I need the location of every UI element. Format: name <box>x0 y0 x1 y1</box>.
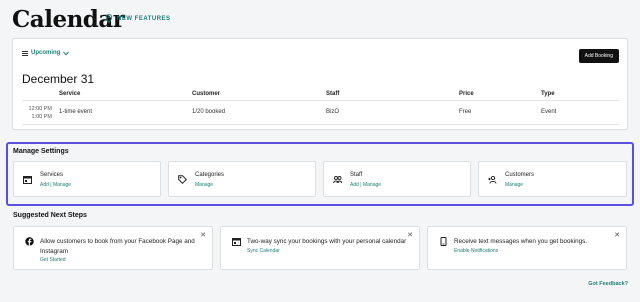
list-icon <box>22 50 28 56</box>
tile-staff-links[interactable]: Add | Manage <box>350 182 381 188</box>
new-features-label: NEW FEATURES <box>117 15 171 22</box>
tile-services[interactable]: Services Add | Manage <box>13 161 161 197</box>
tile-categories-label: Categories <box>195 172 225 178</box>
add-booking-button[interactable]: Add Booking <box>578 49 619 63</box>
row-type: Event <box>541 109 557 115</box>
row-price: Free <box>459 109 472 115</box>
upcoming-label: Upcoming <box>31 50 61 56</box>
tile-services-links[interactable]: Add | Manage <box>40 182 71 188</box>
feedback-link[interactable]: Got Feedback? <box>588 281 628 287</box>
table-row[interactable]: 12:00 PM 1:00 PM 1-time event 1/20 booke… <box>13 101 627 123</box>
close-icon[interactable]: ✕ <box>200 231 206 239</box>
calendar-icon <box>232 238 241 246</box>
step-card-notifications[interactable]: Receive text messages when you get booki… <box>427 226 627 270</box>
tile-staff[interactable]: Staff Add | Manage <box>323 161 471 197</box>
event-start-time: 12:00 PM <box>28 106 52 112</box>
event-end-time: 1:00 PM <box>31 114 52 120</box>
next-steps-title: Suggested Next Steps <box>13 212 87 219</box>
step-text: Two-way sync your bookings with your per… <box>247 238 407 245</box>
close-icon[interactable]: ✕ <box>407 231 413 239</box>
row-service: 1-time event <box>59 109 93 115</box>
row-customer: 1/20 booked <box>192 109 226 115</box>
add-person-icon <box>488 175 497 184</box>
close-icon[interactable]: ✕ <box>614 231 620 239</box>
upcoming-filter[interactable]: Upcoming <box>22 50 70 56</box>
sync-calendar-link[interactable]: Sync Calendar <box>247 248 280 254</box>
table-divider <box>22 124 619 125</box>
column-header-price: Price <box>459 91 474 97</box>
tile-customers-links[interactable]: Manage <box>505 182 523 188</box>
step-text-continued: Instagram <box>40 248 68 255</box>
get-started-link[interactable]: Get Started <box>40 257 66 263</box>
tile-customers[interactable]: Customers Manage <box>478 161 627 197</box>
column-header-type: Type <box>541 91 555 97</box>
tag-icon <box>178 175 187 184</box>
column-header-staff: Staff <box>326 91 340 97</box>
location-pin-icon <box>105 14 113 23</box>
tile-categories-links[interactable]: Manage <box>195 182 213 188</box>
chevron-down-icon <box>63 51 70 56</box>
tile-categories[interactable]: Categories Manage <box>168 161 316 197</box>
tile-customers-label: Customers <box>505 172 535 178</box>
row-staff: BizO <box>326 109 340 115</box>
step-text: Receive text messages when you get booki… <box>454 238 588 245</box>
booking-date: December 31 <box>22 72 95 86</box>
column-header-customer: Customer <box>192 91 221 97</box>
manage-settings-title: Manage Settings <box>13 148 69 155</box>
people-icon <box>333 176 342 184</box>
calendar-icon <box>23 176 32 184</box>
phone-icon <box>440 237 447 246</box>
tile-services-label: Services <box>40 172 64 178</box>
bookings-card: Upcoming Add Booking December 31 Service… <box>12 38 628 130</box>
step-text: Allow customers to book from your Facebo… <box>40 238 195 245</box>
step-card-facebook[interactable]: Allow customers to book from your Facebo… <box>13 226 213 270</box>
facebook-icon <box>25 237 34 246</box>
step-card-sync-calendar[interactable]: Two-way sync your bookings with your per… <box>220 226 420 270</box>
enable-notifications-link[interactable]: Enable Notifications <box>454 248 498 254</box>
column-header-service: Service <box>59 91 81 97</box>
new-features-link[interactable]: NEW FEATURES <box>105 14 171 23</box>
tile-staff-label: Staff <box>350 172 363 178</box>
